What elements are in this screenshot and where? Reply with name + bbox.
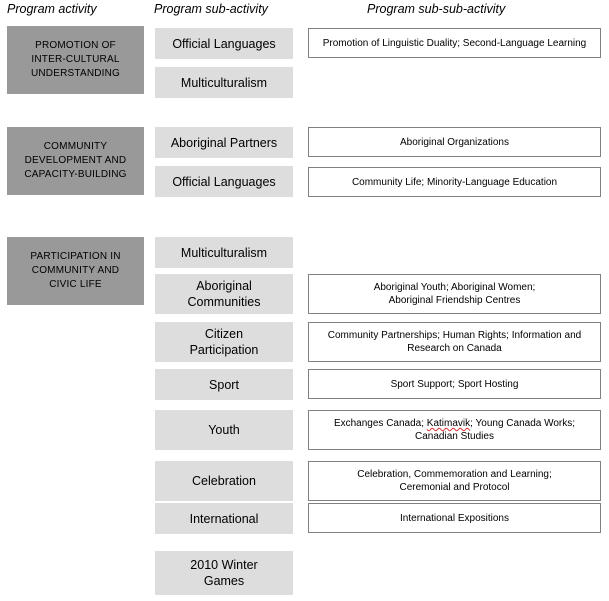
- spellcheck-flagged-word: Katimavik: [426, 418, 471, 429]
- program-sub-sub-activity-block: Aboriginal Organizations: [308, 127, 601, 157]
- program-activity-block: PROMOTION OF INTER-CULTURAL UNDERSTANDIN…: [7, 26, 144, 94]
- column-header-program-sub-activity: Program sub-activity: [154, 2, 268, 16]
- program-sub-activity-block: Aboriginal Partners: [155, 127, 293, 158]
- program-activity-line: COMMUNITY AND: [31, 265, 120, 276]
- program-sub-activity-block: Aboriginal Communities: [155, 274, 293, 314]
- sub-activity-line: International: [189, 511, 259, 526]
- program-activity-line: UNDERSTANDING: [30, 68, 121, 79]
- sub-sub-activity-text-part: Exchanges Canada;: [333, 418, 427, 429]
- program-sub-activity-block: Multiculturalism: [155, 67, 293, 98]
- sub-activity-line: Games: [203, 574, 245, 588]
- program-activity-line: CAPACITY-BUILDING: [24, 169, 127, 180]
- program-sub-activity-block: Official Languages: [155, 28, 293, 59]
- program-sub-sub-activity-block: Community Life; Minority-Language Educat…: [308, 167, 601, 197]
- sub-activity-line: Youth: [208, 423, 240, 437]
- sub-activity-line: Celebration: [192, 474, 256, 488]
- sub-activity-line: Official Languages: [172, 174, 276, 189]
- sub-sub-activity-line: Sport Support; Sport Hosting: [390, 378, 519, 390]
- program-sub-activity-block: Official Languages: [155, 166, 293, 197]
- sub-sub-activity-line: Canadian Studies: [415, 431, 494, 442]
- program-sub-sub-activity-block: Aboriginal Youth; Aboriginal Women; Abor…: [308, 274, 601, 314]
- sub-sub-activity-line: Community Life; Minority-Language Educat…: [351, 176, 558, 188]
- sub-activity-line: Multiculturalism: [180, 75, 268, 90]
- program-activity-block: COMMUNITY DEVELOPMENT AND CAPACITY-BUILD…: [7, 127, 144, 195]
- program-sub-activity-block: Citizen Participation: [155, 322, 293, 362]
- program-activity-line: INTER-CULTURAL: [31, 54, 120, 65]
- sub-sub-activity-line: Aboriginal Youth; Aboriginal Women;: [373, 282, 536, 293]
- sub-activity-line: Multiculturalism: [180, 245, 268, 260]
- sub-activity-line: Aboriginal Partners: [170, 135, 278, 150]
- program-sub-sub-activity-block: Promotion of Linguistic Duality; Second-…: [308, 28, 601, 58]
- program-sub-sub-activity-block: Exchanges Canada; Katimavik; Young Canad…: [308, 410, 601, 450]
- sub-sub-activity-line: Aboriginal Friendship Centres: [388, 295, 521, 306]
- sub-activity-line: Citizen: [204, 327, 244, 341]
- sub-activity-line: Participation: [189, 343, 259, 357]
- sub-sub-activity-line: Ceremonial and Protocol: [399, 482, 510, 493]
- sub-sub-activity-line: Promotion of Linguistic Duality; Second-…: [322, 37, 587, 49]
- program-sub-sub-activity-block: Celebration, Commemoration and Learning;…: [308, 461, 601, 501]
- sub-sub-activity-line: Research on Canada: [407, 343, 502, 354]
- sub-sub-activity-line: Exchanges Canada; Katimavik; Young Canad…: [334, 417, 575, 430]
- sub-activity-line: Sport: [209, 377, 239, 392]
- sub-activity-line: Official Languages: [172, 36, 276, 51]
- program-activity-line: DEVELOPMENT AND: [24, 155, 127, 166]
- program-sub-activity-block: 2010 Winter Games: [155, 551, 293, 595]
- program-activity-line: PARTICIPATION IN: [30, 251, 121, 262]
- program-sub-activity-block: Celebration: [155, 461, 293, 501]
- program-sub-sub-activity-block: Sport Support; Sport Hosting: [308, 369, 601, 399]
- column-header-program-activity: Program activity: [7, 2, 97, 16]
- program-sub-sub-activity-block: International Expositions: [308, 503, 601, 533]
- program-sub-activity-block: Sport: [155, 369, 293, 400]
- sub-sub-activity-line: International Expositions: [400, 512, 509, 524]
- sub-sub-activity-line: Aboriginal Organizations: [400, 136, 509, 148]
- sub-sub-activity-line: Celebration, Commemoration and Learning;: [357, 469, 552, 480]
- program-activity-line: CIVIC LIFE: [49, 279, 102, 290]
- sub-sub-activity-text-part: ; Young Canada Works;: [470, 418, 576, 429]
- column-header-program-sub-sub-activity: Program sub-sub-activity: [367, 2, 506, 16]
- program-sub-activity-block: Multiculturalism: [155, 237, 293, 268]
- program-sub-activity-block: Youth: [155, 410, 293, 450]
- program-sub-activity-block: International: [155, 503, 293, 534]
- sub-sub-activity-line: Community Partnerships; Human Rights; In…: [327, 330, 582, 341]
- sub-activity-line: 2010 Winter: [190, 558, 258, 572]
- sub-activity-line: Communities: [187, 295, 261, 309]
- sub-activity-line: Aboriginal: [196, 279, 252, 293]
- program-activity-line: PROMOTION OF: [35, 40, 116, 51]
- program-activity-line: COMMUNITY: [43, 141, 108, 152]
- program-activity-block: PARTICIPATION IN COMMUNITY AND CIVIC LIF…: [7, 237, 144, 305]
- program-sub-sub-activity-block: Community Partnerships; Human Rights; In…: [308, 322, 601, 362]
